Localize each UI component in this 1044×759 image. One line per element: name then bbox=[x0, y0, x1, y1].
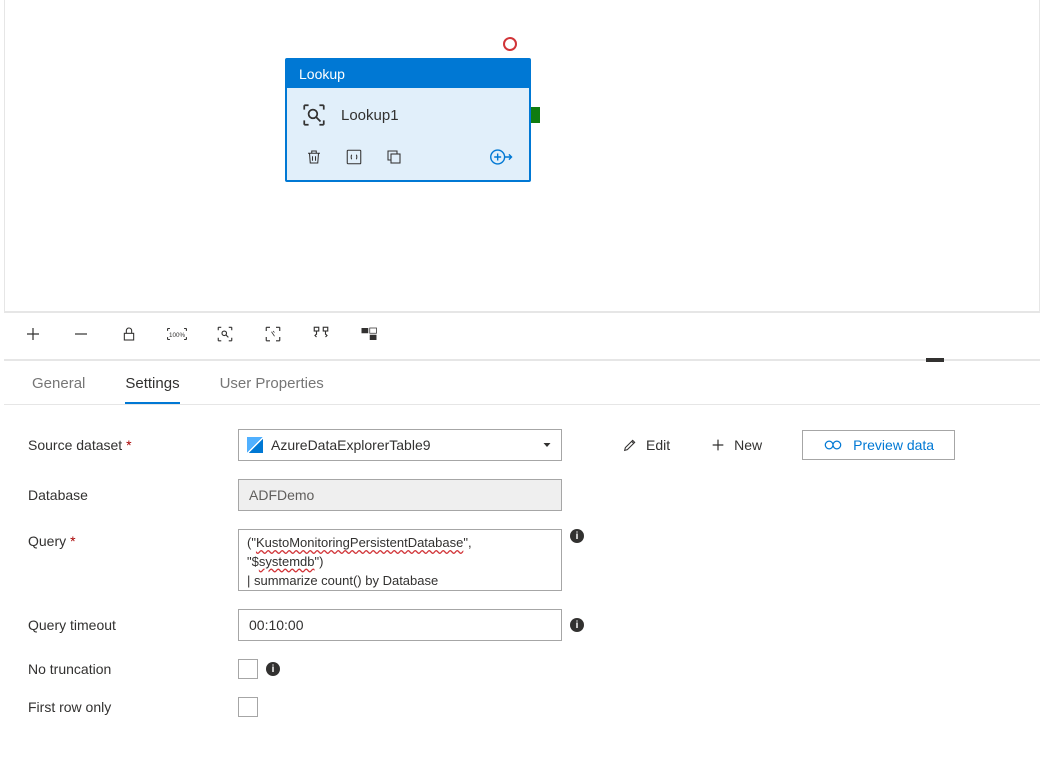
query-label: Query bbox=[28, 533, 66, 549]
preview-data-button[interactable]: Preview data bbox=[802, 430, 955, 460]
first-row-only-checkbox[interactable] bbox=[238, 697, 258, 717]
source-dataset-dropdown[interactable]: AzureDataExplorerTable9 bbox=[238, 429, 562, 461]
tab-general[interactable]: General bbox=[32, 375, 85, 404]
canvas-toolbar: 100% bbox=[4, 312, 1040, 361]
source-dataset-label: Source dataset bbox=[28, 437, 122, 453]
required-asterisk: * bbox=[70, 533, 75, 549]
tab-user-properties[interactable]: User Properties bbox=[220, 375, 324, 404]
required-asterisk: * bbox=[126, 437, 131, 453]
add-activity-icon[interactable] bbox=[489, 146, 515, 168]
svg-text:100%: 100% bbox=[169, 332, 185, 339]
chevron-down-icon bbox=[541, 439, 553, 451]
validation-status-icon bbox=[503, 37, 517, 51]
info-icon[interactable]: i bbox=[570, 618, 584, 632]
delete-icon[interactable] bbox=[305, 147, 323, 167]
edit-button[interactable]: Edit bbox=[622, 437, 670, 453]
query-input[interactable]: ("KustoMonitoringPersistentDatabase","$s… bbox=[238, 529, 562, 591]
preview-icon bbox=[823, 438, 843, 452]
info-icon[interactable]: i bbox=[570, 529, 584, 543]
plus-icon bbox=[710, 437, 726, 453]
properties-tabs: General Settings User Properties bbox=[4, 361, 1040, 405]
activity-name: Lookup1 bbox=[341, 107, 399, 124]
new-button[interactable]: New bbox=[710, 437, 762, 453]
settings-panel: Source dataset* AzureDataExplorerTable9 … bbox=[4, 405, 1040, 759]
azure-data-explorer-icon bbox=[247, 437, 263, 453]
first-row-only-label: First row only bbox=[28, 699, 238, 715]
success-output-port[interactable] bbox=[530, 107, 540, 123]
minimap-icon[interactable] bbox=[358, 323, 380, 345]
lookup-icon bbox=[301, 102, 327, 128]
no-truncation-checkbox[interactable] bbox=[238, 659, 258, 679]
pipeline-canvas[interactable]: Lookup Lookup1 bbox=[4, 0, 1040, 312]
activity-type-header: Lookup bbox=[287, 60, 529, 88]
fullscreen-icon[interactable] bbox=[262, 323, 284, 345]
lock-icon[interactable] bbox=[118, 323, 140, 345]
database-label: Database bbox=[28, 487, 238, 503]
no-truncation-label: No truncation bbox=[28, 661, 238, 677]
remove-icon[interactable] bbox=[70, 323, 92, 345]
zoom-fit-icon[interactable] bbox=[214, 323, 236, 345]
query-timeout-input[interactable] bbox=[238, 609, 562, 641]
code-icon[interactable] bbox=[345, 147, 363, 167]
lookup-activity-node[interactable]: Lookup Lookup1 bbox=[285, 58, 531, 182]
tab-settings[interactable]: Settings bbox=[125, 375, 179, 404]
source-dataset-value: AzureDataExplorerTable9 bbox=[271, 437, 533, 453]
zoom-100-icon[interactable]: 100% bbox=[166, 323, 188, 345]
auto-align-icon[interactable] bbox=[310, 323, 332, 345]
copy-icon[interactable] bbox=[385, 147, 403, 167]
add-icon[interactable] bbox=[22, 323, 44, 345]
query-timeout-label: Query timeout bbox=[28, 617, 238, 633]
info-icon[interactable]: i bbox=[266, 662, 280, 676]
edit-icon bbox=[622, 437, 638, 453]
database-field bbox=[238, 479, 562, 511]
panel-resize-handle[interactable] bbox=[926, 358, 944, 362]
